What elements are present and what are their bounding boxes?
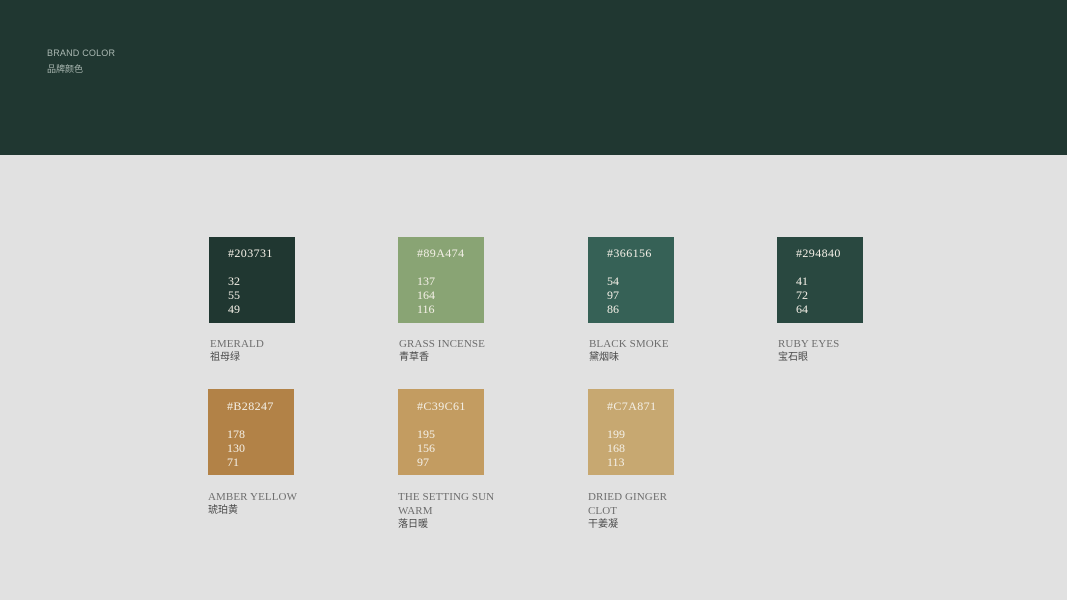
rgb-red: 178 (227, 427, 245, 441)
rgb-red: 41 (796, 274, 808, 288)
rgb-values: 32 55 49 (228, 274, 240, 316)
color-swatch: #366156 54 97 86 (588, 237, 674, 323)
rgb-blue: 71 (227, 455, 239, 469)
rgb-red: 199 (607, 427, 625, 441)
rgb-green: 168 (607, 441, 625, 455)
color-name-en: GRASS INCENSE (399, 338, 485, 350)
rgb-blue: 86 (607, 302, 619, 316)
color-swatch: #C7A871 199 168 113 (588, 389, 674, 475)
rgb-blue: 64 (796, 302, 808, 316)
rgb-values: 41 72 64 (796, 274, 808, 316)
page-subtitle: 品牌颜色 (47, 65, 84, 75)
rgb-values: 54 97 86 (607, 274, 619, 316)
rgb-blue: 49 (228, 302, 240, 316)
color-name-cn: 祖母绿 (210, 352, 240, 363)
hex-code: #203731 (228, 246, 273, 260)
page-title: BRAND COLOR (47, 48, 116, 58)
rgb-green: 55 (228, 288, 240, 302)
hex-code: #B28247 (227, 399, 274, 413)
hex-code: #89A474 (417, 246, 465, 260)
color-swatch: #C39C61 195 156 97 (398, 389, 484, 475)
rgb-blue: 116 (417, 302, 435, 316)
rgb-values: 199 168 113 (607, 427, 625, 469)
color-card-black-smoke: #366156 54 97 86 BLACK SMOKE 黛烟味 (588, 237, 699, 365)
color-name-en: AMBER YELLOW (208, 491, 298, 503)
header-banner: BRAND COLOR 品牌颜色 (0, 0, 1067, 155)
rgb-blue: 113 (607, 455, 625, 469)
color-name-en: THE SETTING SUN WARM (398, 491, 495, 517)
color-name-cn: 青草香 (399, 352, 429, 363)
hex-code: #366156 (607, 246, 652, 260)
rgb-green: 164 (417, 288, 435, 302)
color-swatch: #294840 41 72 64 (777, 237, 863, 323)
color-card-emerald: #203731 32 55 49 EMERALD 祖母绿 (209, 237, 320, 365)
color-card-amber-yellow: #B28247 178 130 71 AMBER YELLOW 琥珀黄 (208, 389, 318, 518)
color-card-dried-ginger-clot: #C7A871 199 168 113 DRIED GINGER CLOT 干姜… (588, 389, 674, 532)
rgb-green: 156 (417, 441, 435, 455)
rgb-blue: 97 (417, 455, 429, 469)
color-swatch: #89A474 137 164 116 (398, 237, 484, 323)
color-name-cn: 落日暖 (398, 519, 428, 530)
color-name-en: BLACK SMOKE (589, 338, 669, 350)
color-card-grass-incense: #89A474 137 164 116 GRASS INCENSE 青草香 (398, 237, 509, 365)
hex-code: #294840 (796, 246, 841, 260)
rgb-green: 72 (796, 288, 808, 302)
color-name-cn: 黛烟味 (589, 352, 619, 363)
rgb-values: 137 164 116 (417, 274, 435, 316)
color-name-en: RUBY EYES (778, 338, 840, 350)
rgb-green: 97 (607, 288, 619, 302)
color-name-en: EMERALD (210, 338, 264, 350)
color-name-cn: 琥珀黄 (208, 505, 238, 516)
color-name-cn: 干姜凝 (588, 519, 618, 530)
color-card-setting-sun-warm: #C39C61 195 156 97 THE SETTING SUN WARM … (398, 389, 498, 532)
rgb-green: 130 (227, 441, 245, 455)
hex-code: #C39C61 (417, 399, 466, 413)
color-card-ruby-eyes: #294840 41 72 64 RUBY EYES 宝石眼 (777, 237, 888, 365)
rgb-values: 195 156 97 (417, 427, 435, 469)
rgb-red: 137 (417, 274, 435, 288)
hex-code: #C7A871 (607, 399, 657, 413)
rgb-red: 195 (417, 427, 435, 441)
rgb-red: 32 (228, 274, 240, 288)
rgb-red: 54 (607, 274, 619, 288)
color-swatch: #203731 32 55 49 (209, 237, 295, 323)
color-name-cn: 宝石眼 (778, 352, 808, 363)
rgb-values: 178 130 71 (227, 427, 245, 469)
color-swatch: #B28247 178 130 71 (208, 389, 294, 475)
color-name-en: DRIED GINGER CLOT (588, 491, 668, 517)
